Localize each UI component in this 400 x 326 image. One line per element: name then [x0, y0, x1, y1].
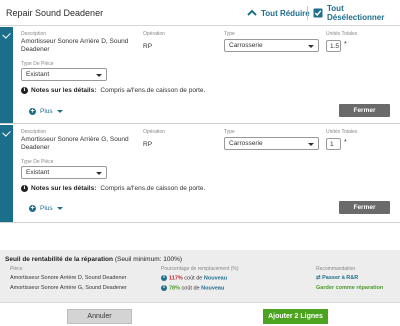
column-recommendation: Recommandation	[316, 266, 356, 272]
units-label: Unités Totales	[326, 31, 358, 37]
type-label: Type	[224, 31, 235, 37]
units-label: Unités Totales	[326, 129, 358, 135]
cancel-button[interactable]: Annuler	[67, 309, 132, 324]
info-icon[interactable]: i	[161, 285, 167, 291]
caret-down-icon	[56, 110, 63, 113]
part-type-value: Existant	[26, 169, 50, 176]
description-label: Description	[21, 129, 47, 135]
check-icon	[2, 30, 11, 39]
more-label: Plus	[40, 205, 53, 212]
row-percentage: i 78% coût de Nouveau	[161, 285, 224, 291]
check-icon	[2, 128, 11, 137]
part-type-select[interactable]: Existant	[21, 68, 107, 81]
operation-label: Opération	[143, 31, 165, 37]
deselect-all-label: Tout Désélectionner	[327, 4, 385, 22]
more-label: Plus	[40, 108, 53, 115]
collapse-all-button[interactable]: Tout Réduire	[247, 6, 310, 20]
caret-down-icon	[56, 207, 63, 210]
recommendation-replace[interactable]: ⇄ Passer à R&R	[316, 275, 358, 281]
dialog-title: Repair Sound Deadener	[6, 8, 104, 18]
part-type-label: Type De Pièce	[21, 159, 54, 165]
type-select-value: Carrosserie	[229, 42, 263, 49]
chevron-down-icon	[96, 172, 102, 175]
swap-icon: ⇄	[316, 275, 321, 281]
deselect-all-button[interactable]: Tout Désélectionner	[313, 4, 400, 22]
part-type-label: Type De Pièce	[21, 61, 54, 67]
close-button[interactable]: Fermer	[339, 104, 390, 117]
type-select-value: Carrosserie	[229, 140, 263, 147]
checkbox-checked-icon	[313, 8, 323, 18]
line-select-toggle[interactable]	[0, 125, 13, 222]
description-value: Amortisseur Sonore Arrière D, Sound Dead…	[21, 38, 129, 53]
chevron-down-icon	[308, 45, 314, 48]
description-value: Amortisseur Sonore Arrière G, Sound Dead…	[21, 136, 129, 151]
operation-value: RP	[143, 141, 153, 148]
chevron-down-icon	[308, 143, 314, 146]
header-divider	[307, 6, 308, 20]
description-label: Description	[21, 31, 47, 37]
detail-notes: i Notes sur les détails: Compris a/l'ens…	[21, 185, 205, 192]
part-type-select[interactable]: Existant	[21, 166, 107, 179]
info-icon: i	[21, 185, 28, 192]
operation-label: Opération	[143, 129, 165, 135]
row-part: Amortisseur Sonore Arrière D, Sound Dead…	[10, 275, 127, 281]
chevron-up-icon	[247, 8, 257, 18]
profitability-title: Seuil de rentabilité de la réparation (S…	[5, 256, 183, 263]
more-toggle[interactable]: + Plus	[29, 205, 63, 212]
notes-value: Compris a/l'ens.de caisson de porte.	[100, 185, 206, 192]
info-icon[interactable]: i	[161, 275, 167, 281]
close-button[interactable]: Fermer	[339, 201, 390, 214]
plus-circle-icon: +	[29, 205, 36, 212]
add-lines-button[interactable]: Ajouter 2 Lignes	[263, 309, 328, 324]
dialog-header: Repair Sound Deadener Tout Réduire Tout …	[0, 0, 400, 26]
type-select[interactable]: Carrosserie	[224, 39, 319, 52]
line-select-toggle[interactable]	[0, 27, 13, 123]
part-type-value: Existant	[26, 71, 50, 78]
units-input[interactable]: 1.5	[326, 40, 341, 52]
more-toggle[interactable]: + Plus	[29, 108, 63, 115]
notes-label: Notes sur les détails:	[31, 87, 97, 94]
required-marker: *	[344, 139, 347, 146]
notes-value: Compris a/l'ens.de caisson de porte.	[100, 87, 206, 94]
row-percentage: i 117% coût de Nouveau	[161, 275, 227, 281]
column-percentage: Pourcentage de remplacement (%)	[161, 266, 239, 272]
collapse-all-label: Tout Réduire	[261, 8, 310, 18]
repair-line-card: Description Amortisseur Sonore Arrière D…	[0, 27, 400, 124]
dialog-footer: Annuler Ajouter 2 Lignes	[0, 302, 400, 326]
type-select[interactable]: Carrosserie	[224, 137, 319, 150]
type-label: Type	[224, 129, 235, 135]
recommendation-keep: Garder comme réparation	[316, 285, 384, 291]
required-marker: *	[344, 41, 347, 48]
profitability-panel: Seuil de rentabilité de la réparation (S…	[0, 250, 400, 302]
plus-circle-icon: +	[29, 108, 36, 115]
column-part: Pièce	[10, 266, 23, 272]
operation-value: RP	[143, 43, 153, 50]
chevron-down-icon	[96, 74, 102, 77]
notes-label: Notes sur les détails:	[31, 185, 97, 192]
info-icon: i	[21, 87, 28, 94]
row-part: Amortisseur Sonore Arrière G, Sound Dead…	[10, 285, 127, 291]
detail-notes: i Notes sur les détails: Compris a/l'ens…	[21, 87, 205, 94]
repair-line-card: Description Amortisseur Sonore Arrière G…	[0, 125, 400, 223]
units-input[interactable]: 1	[326, 138, 341, 150]
